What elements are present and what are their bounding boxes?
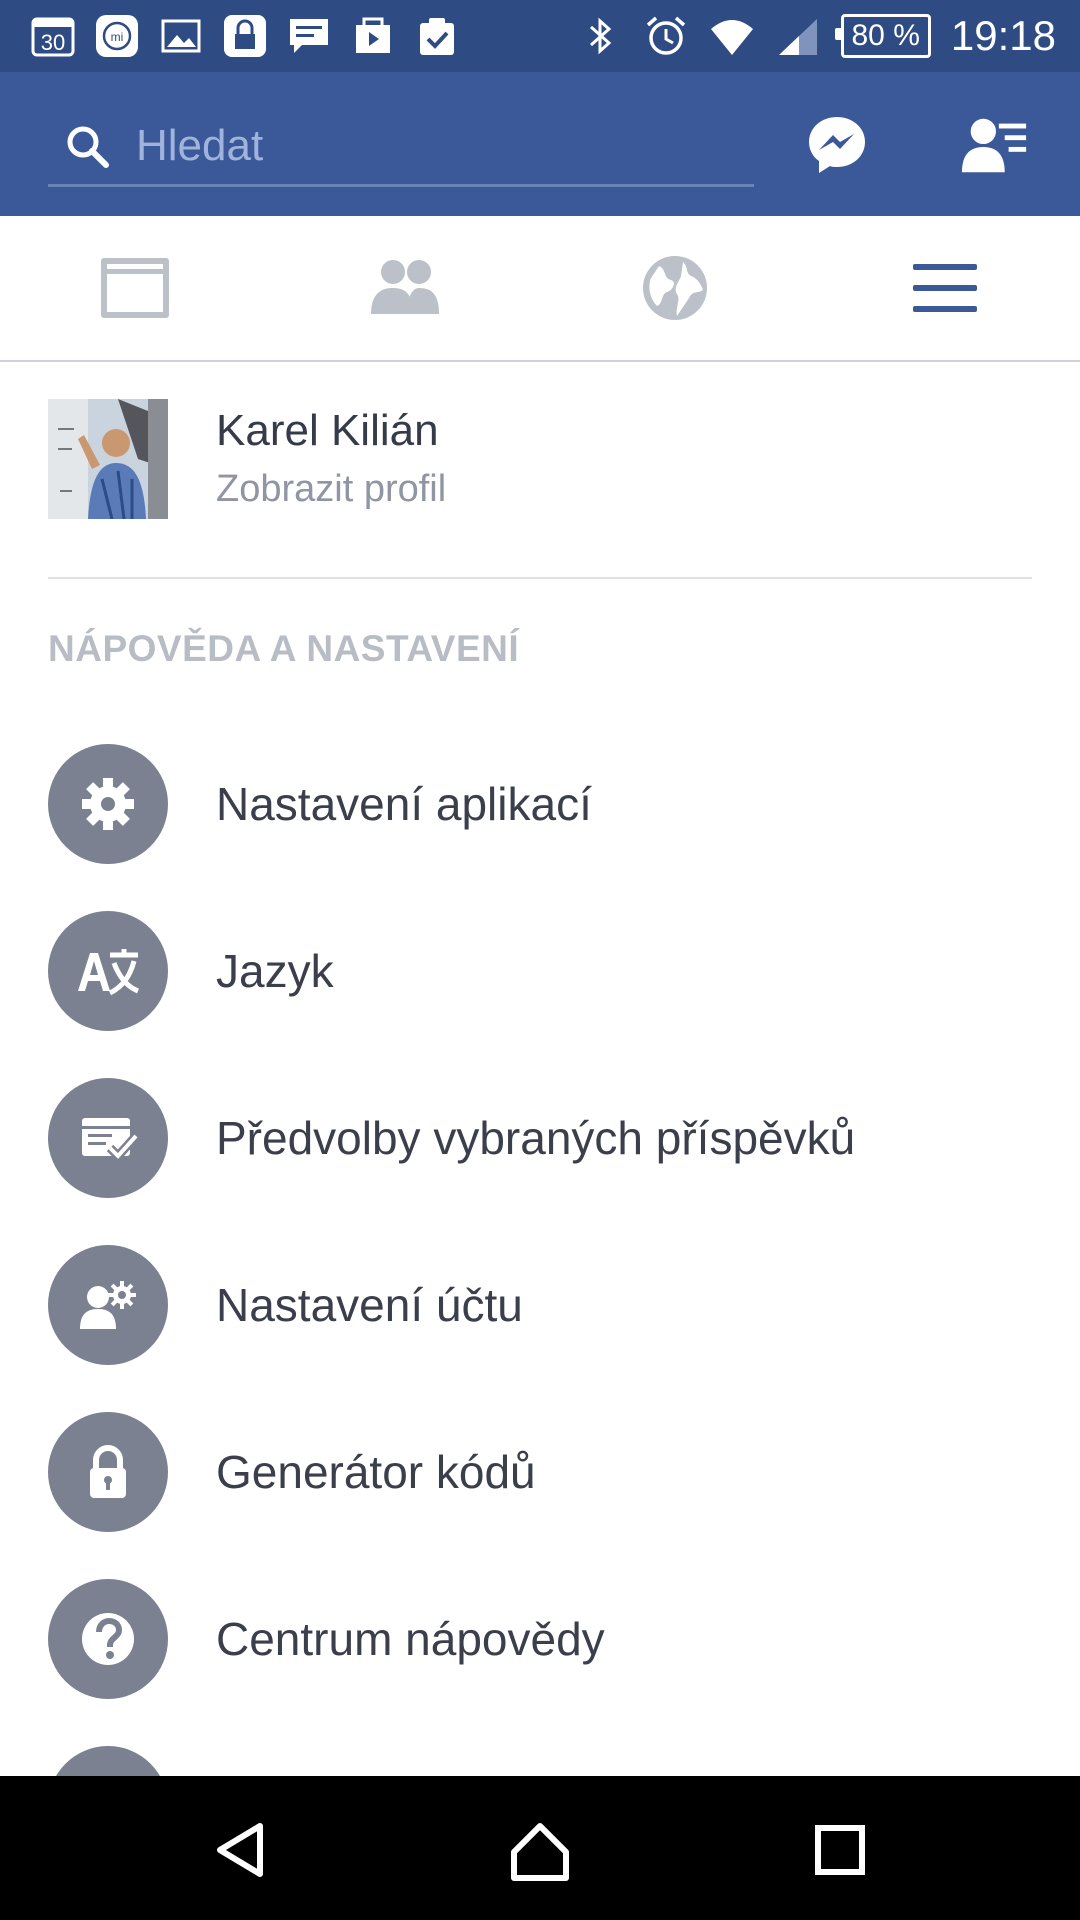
- home-icon: [511, 1823, 569, 1881]
- mi-icon: mi: [94, 13, 140, 59]
- profile-text: Karel Kilián Zobrazit profil: [216, 403, 446, 515]
- avatar[interactable]: [48, 399, 168, 519]
- back-button[interactable]: [200, 1810, 280, 1890]
- lock-app-icon: [222, 13, 268, 59]
- tab-notifications[interactable]: [540, 216, 810, 360]
- svg-text:30: 30: [41, 30, 65, 55]
- friend-requests-icon: [961, 118, 1027, 173]
- menu-item-language[interactable]: Jazyk: [48, 911, 1032, 1078]
- bluetooth-icon: [577, 13, 623, 59]
- home-button[interactable]: [500, 1810, 580, 1890]
- menu-item-label: Nastavení účtu: [216, 1279, 523, 1331]
- menu-item-feed-preferences[interactable]: Předvolby vybraných příspěvků: [48, 1078, 1032, 1245]
- globe-icon: [643, 256, 707, 320]
- notification-icons: 30 mi: [0, 13, 460, 59]
- friend-requests-button[interactable]: [960, 110, 1030, 180]
- profile-row[interactable]: Karel Kilián Zobrazit profil: [48, 398, 1032, 520]
- menu-item-label: Jazyk: [216, 945, 334, 997]
- menu-item-app-settings[interactable]: Nastavení aplikací: [48, 744, 1032, 911]
- hamburger-icon: [913, 264, 977, 312]
- translate-icon: [48, 911, 168, 1031]
- tab-news-feed[interactable]: [0, 216, 270, 360]
- menu-item-label: Předvolby vybraných příspěvků: [216, 1112, 856, 1164]
- section-title: NÁPOVĚDA A NASTAVENÍ: [48, 628, 520, 669]
- view-profile-link[interactable]: Zobrazit profil: [216, 463, 446, 515]
- clipboard-check-icon: [414, 13, 460, 59]
- messenger-icon: [809, 117, 865, 173]
- image-icon: [158, 13, 204, 59]
- status-time: 19:18: [950, 12, 1056, 59]
- gear-icon: [48, 744, 168, 864]
- status-bar: 30 mi 80 % 19:18: [0, 0, 1080, 72]
- svg-text:mi: mi: [111, 30, 124, 44]
- profile-name[interactable]: Karel Kilián: [216, 403, 446, 459]
- recent-apps-icon: [815, 1825, 865, 1875]
- battery-indicator: 80 %: [834, 14, 931, 58]
- message-icon: [286, 13, 332, 59]
- menu-item-label: Nastavení aplikací: [216, 778, 592, 830]
- alarm-icon: [643, 13, 689, 59]
- calendar-icon: 30: [30, 13, 76, 59]
- app-header: [0, 72, 1080, 216]
- back-icon: [217, 1823, 263, 1877]
- menu-item-code-generator[interactable]: Generátor kódů: [48, 1412, 1032, 1579]
- system-status: 80 % 19:18: [577, 12, 1080, 60]
- help-icon: [48, 1579, 168, 1699]
- news-feed-icon: [101, 258, 169, 318]
- tab-menu[interactable]: [810, 216, 1080, 360]
- tab-friends[interactable]: [270, 216, 540, 360]
- search-input[interactable]: [134, 120, 698, 172]
- feed-preferences-icon: [48, 1078, 168, 1198]
- video-share-icon: [350, 13, 396, 59]
- account-settings-icon: [48, 1245, 168, 1365]
- navigation-bar: [0, 1776, 1080, 1920]
- friends-icon: [371, 260, 439, 314]
- messenger-button[interactable]: [802, 110, 872, 180]
- menu-item-label: Centrum nápovědy: [216, 1613, 605, 1665]
- menu-item-help-center[interactable]: Centrum nápovědy: [48, 1579, 1032, 1746]
- divider: [48, 577, 1032, 579]
- search-bar[interactable]: [48, 108, 754, 187]
- recent-apps-button[interactable]: [800, 1810, 880, 1890]
- tab-bar: [0, 216, 1080, 362]
- lock-icon: [48, 1412, 168, 1532]
- signal-icon: [775, 13, 821, 59]
- menu-item-account-settings[interactable]: Nastavení účtu: [48, 1245, 1032, 1412]
- menu-item-label: Generátor kódů: [216, 1446, 536, 1498]
- wifi-icon: [709, 13, 755, 59]
- search-icon: [67, 126, 109, 168]
- settings-menu: Nastavení aplikací Jazyk Předvolby vybra…: [48, 744, 1032, 1806]
